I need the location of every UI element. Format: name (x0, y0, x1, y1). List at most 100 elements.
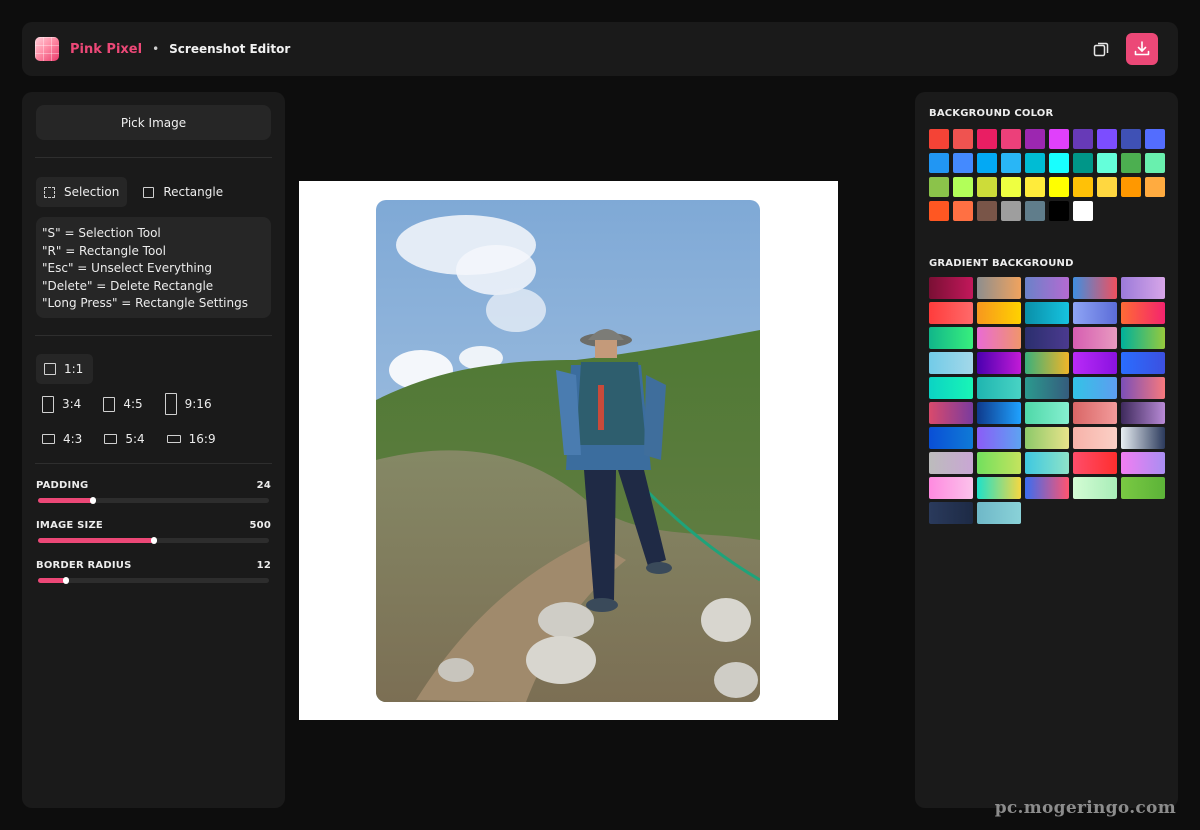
slider-track[interactable] (38, 497, 269, 504)
ratio-4-5[interactable]: 4:5 (97, 389, 148, 419)
gradient-swatch[interactable] (1121, 452, 1165, 474)
color-swatch[interactable] (1097, 177, 1117, 197)
color-swatch[interactable] (929, 153, 949, 173)
slider-handle[interactable] (150, 537, 157, 544)
color-swatch[interactable] (977, 129, 997, 149)
gradient-swatch[interactable] (1073, 427, 1117, 449)
gradient-swatch[interactable] (929, 427, 973, 449)
color-swatch[interactable] (1073, 129, 1093, 149)
pick-image-button[interactable]: Pick Image (36, 105, 271, 140)
gradient-swatch[interactable] (1121, 427, 1165, 449)
color-swatch[interactable] (1025, 153, 1045, 173)
color-swatch[interactable] (1073, 153, 1093, 173)
gradient-swatch[interactable] (1121, 352, 1165, 374)
gradient-swatch[interactable] (977, 502, 1021, 524)
gradient-swatch[interactable] (1121, 477, 1165, 499)
slider-track[interactable] (38, 577, 269, 584)
color-swatch[interactable] (1001, 201, 1021, 221)
slider-handle[interactable] (90, 497, 97, 504)
gradient-swatch[interactable] (1025, 302, 1069, 324)
gradient-swatch[interactable] (1025, 402, 1069, 424)
ratio-3-4[interactable]: 3:4 (36, 389, 87, 419)
color-swatch[interactable] (953, 153, 973, 173)
gradient-swatch[interactable] (1121, 302, 1165, 324)
gradient-swatch[interactable] (929, 277, 973, 299)
gradient-swatch[interactable] (1025, 427, 1069, 449)
gradient-swatch[interactable] (1025, 352, 1069, 374)
color-swatch[interactable] (977, 201, 997, 221)
color-swatch[interactable] (1145, 177, 1165, 197)
gradient-swatch[interactable] (1073, 277, 1117, 299)
gradient-swatch[interactable] (929, 502, 973, 524)
gradient-swatch[interactable] (1073, 352, 1117, 374)
color-swatch[interactable] (953, 129, 973, 149)
gradient-swatch[interactable] (1025, 452, 1069, 474)
ratio-1-1[interactable]: 1:1 (36, 354, 94, 384)
color-swatch[interactable] (1049, 129, 1069, 149)
color-swatch[interactable] (1001, 177, 1021, 197)
color-swatch[interactable] (977, 177, 997, 197)
gradient-swatch[interactable] (1025, 377, 1069, 399)
slider-handle[interactable] (62, 577, 69, 584)
gradient-swatch[interactable] (1025, 327, 1069, 349)
gradient-swatch[interactable] (929, 352, 973, 374)
color-swatch[interactable] (1121, 129, 1141, 149)
color-swatch[interactable] (1025, 201, 1045, 221)
gradient-swatch[interactable] (977, 352, 1021, 374)
ratio-5-4[interactable]: 5:4 (98, 424, 150, 454)
gradient-swatch[interactable] (929, 477, 973, 499)
gradient-swatch[interactable] (929, 327, 973, 349)
gradient-swatch[interactable] (1073, 402, 1117, 424)
color-swatch[interactable] (1049, 177, 1069, 197)
color-swatch[interactable] (1121, 153, 1141, 173)
gradient-swatch[interactable] (977, 452, 1021, 474)
color-swatch[interactable] (1025, 177, 1045, 197)
gradient-swatch[interactable] (977, 327, 1021, 349)
gradient-swatch[interactable] (929, 402, 973, 424)
gradient-swatch[interactable] (977, 277, 1021, 299)
gradient-swatch[interactable] (1121, 377, 1165, 399)
color-swatch[interactable] (1097, 129, 1117, 149)
color-swatch[interactable] (1121, 177, 1141, 197)
color-swatch[interactable] (1049, 201, 1069, 221)
color-swatch[interactable] (1001, 129, 1021, 149)
color-swatch[interactable] (1073, 201, 1093, 221)
color-swatch[interactable] (953, 201, 973, 221)
download-button[interactable] (1126, 33, 1158, 65)
color-swatch[interactable] (977, 153, 997, 173)
gradient-swatch[interactable] (929, 377, 973, 399)
color-swatch[interactable] (929, 129, 949, 149)
gradient-swatch[interactable] (977, 402, 1021, 424)
color-swatch[interactable] (1097, 153, 1117, 173)
color-swatch[interactable] (929, 177, 949, 197)
gradient-swatch[interactable] (1073, 452, 1117, 474)
gradient-swatch[interactable] (929, 452, 973, 474)
gradient-swatch[interactable] (1025, 277, 1069, 299)
gradient-swatch[interactable] (977, 427, 1021, 449)
gradient-swatch[interactable] (977, 302, 1021, 324)
gradient-swatch[interactable] (1025, 477, 1069, 499)
tool-selection[interactable]: Selection (36, 177, 128, 207)
color-swatch[interactable] (1001, 153, 1021, 173)
slider-track[interactable] (38, 537, 269, 544)
ratio-9-16[interactable]: 9:16 (159, 389, 218, 419)
gradient-swatch[interactable] (1121, 277, 1165, 299)
gradient-swatch[interactable] (1073, 302, 1117, 324)
color-swatch[interactable] (1049, 153, 1069, 173)
gradient-swatch[interactable] (977, 377, 1021, 399)
color-swatch[interactable] (1073, 177, 1093, 197)
gradient-swatch[interactable] (1121, 327, 1165, 349)
color-swatch[interactable] (1025, 129, 1045, 149)
gradient-swatch[interactable] (929, 302, 973, 324)
ratio-4-3[interactable]: 4:3 (36, 424, 88, 454)
gradient-swatch[interactable] (977, 477, 1021, 499)
color-swatch[interactable] (929, 201, 949, 221)
copy-button[interactable] (1086, 34, 1116, 64)
gradient-swatch[interactable] (1121, 402, 1165, 424)
gradient-swatch[interactable] (1073, 327, 1117, 349)
gradient-swatch[interactable] (1073, 377, 1117, 399)
hiker-photo[interactable] (376, 200, 760, 702)
color-swatch[interactable] (1145, 153, 1165, 173)
preview-canvas[interactable] (299, 181, 838, 720)
gradient-swatch[interactable] (1073, 477, 1117, 499)
